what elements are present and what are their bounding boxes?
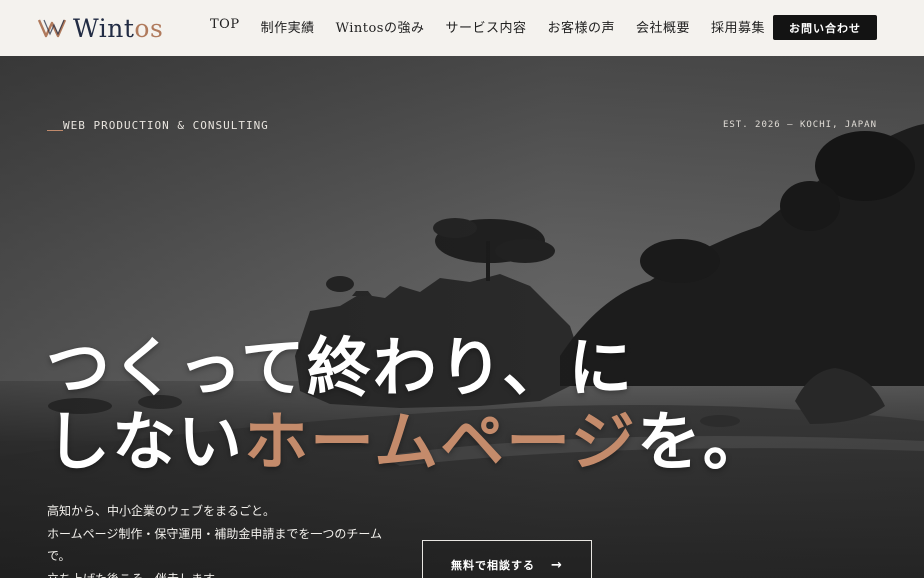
headline-line-2-end: を。 (636, 405, 769, 480)
nav-item-works[interactable]: 制作実績 (261, 17, 315, 36)
headline-line-1: つくって終わり、に (46, 331, 635, 406)
w-monogram-logo-icon (37, 19, 67, 38)
lead-line: ホームページ制作・保守運用・補助金申請までを一つのチーム (47, 526, 383, 541)
established-note: EST. 2026 — KOCHI, JAPAN (722, 120, 877, 130)
nav-item-company[interactable]: 会社概要 (636, 17, 690, 36)
lead-line: 立ち上げた後こそ、伴走します。 (47, 568, 387, 578)
hero-headline: つくって終わり、に しないホームページを。 (46, 332, 906, 480)
arrow-right-icon: → (551, 557, 563, 573)
tagline-text: WEB PRODUCTION & CONSULTING (63, 119, 269, 132)
nav-item-recruit[interactable]: 採用募集 (711, 17, 765, 36)
tagline-rule (47, 130, 63, 131)
headline-line-2-accent: ホームページ (244, 405, 637, 480)
nav-item-strengths[interactable]: Wintosの強み (336, 17, 425, 36)
site-header: Wintos TOP 制作実績 Wintosの強み サービス内容 お客様の声 会… (0, 0, 924, 56)
main-nav: TOP 制作実績 Wintosの強み サービス内容 お客様の声 会社概要 採用募… (210, 17, 786, 36)
hero-tagline: WEB PRODUCTION & CONSULTING (47, 119, 269, 132)
nav-item-top[interactable]: TOP (210, 17, 240, 36)
hero-lead-text: 高知から、中小企業のウェブをまるごと。 ホームページ制作・保守運用・補助金申請ま… (47, 500, 387, 578)
logo-wordmark: Wintos (73, 14, 163, 43)
headline-line-2-plain: しない (46, 405, 244, 480)
lead-line: 高知から、中小企業のウェブをまるごと。 (47, 504, 276, 518)
free-consultation-button[interactable]: 無料で相談する → (422, 540, 592, 578)
hero-section: WEB PRODUCTION & CONSULTING EST. 2026 — … (0, 56, 924, 578)
nav-item-services[interactable]: サービス内容 (445, 17, 526, 36)
contact-button[interactable]: お問い合わせ (773, 15, 877, 40)
logo-text-tail: os (134, 13, 164, 43)
brand-logo[interactable]: Wintos (37, 12, 163, 44)
nav-item-voices[interactable]: お客様の声 (548, 17, 616, 36)
lead-line: で。 (47, 549, 71, 563)
cta-label: 無料で相談する (451, 559, 536, 572)
logo-text-main: Wint (73, 13, 135, 43)
